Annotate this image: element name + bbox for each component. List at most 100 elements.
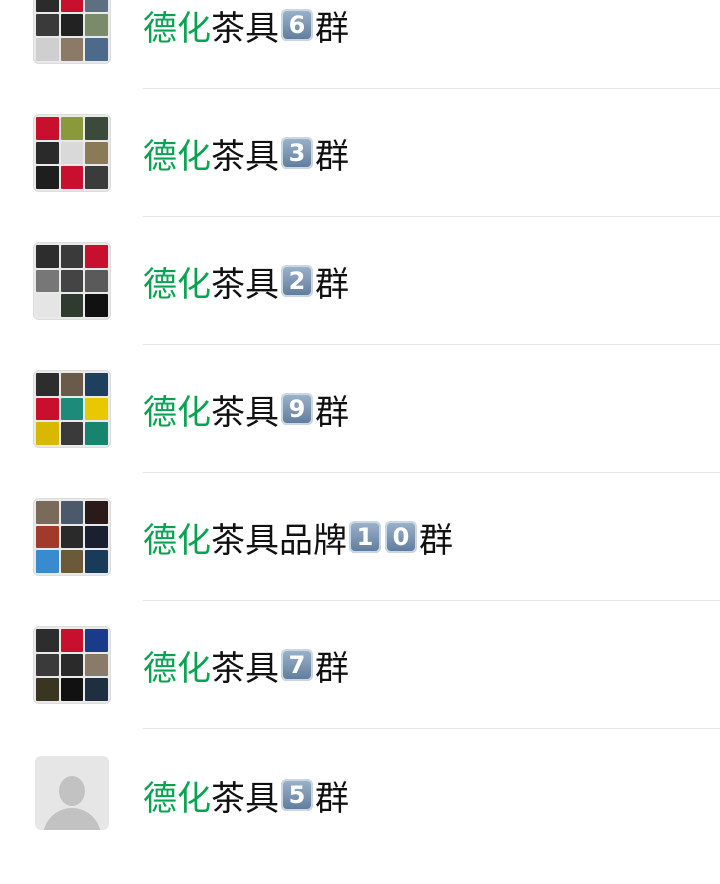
avatar-tile xyxy=(60,501,84,524)
chat-row[interactable]: 德化 茶具品牌 1 0 群 xyxy=(0,498,720,626)
avatar-tile xyxy=(36,501,59,524)
avatar-tile xyxy=(36,678,59,701)
avatar-tile xyxy=(85,678,108,701)
avatar-tile xyxy=(60,269,84,293)
chat-name: 德化 茶具 5 群 xyxy=(143,756,349,834)
chat-name-highlight: 德化 xyxy=(143,392,211,433)
keycap-number-badge: 7 xyxy=(281,649,313,681)
avatar-tile xyxy=(85,245,108,268)
avatar-head-shape xyxy=(59,776,85,806)
chat-row[interactable]: 德化 茶具 3 群 xyxy=(0,114,720,242)
chat-name-highlight: 德化 xyxy=(143,648,211,689)
avatar-tile xyxy=(60,141,84,165)
chat-name-suffix: 群 xyxy=(315,392,349,433)
avatar-tile xyxy=(60,422,84,445)
avatar-tile xyxy=(36,373,59,396)
avatar-tile xyxy=(36,166,59,189)
avatar-tile xyxy=(36,653,59,677)
avatar-tile xyxy=(60,38,84,61)
chat-name-highlight: 德化 xyxy=(143,8,211,49)
chat-row[interactable]: 德化 茶具 5 群 xyxy=(0,756,720,884)
avatar-body-shape xyxy=(43,808,101,830)
chat-row[interactable]: 德化 茶具 2 群 xyxy=(0,242,720,370)
row-divider xyxy=(143,88,720,89)
avatar-tile xyxy=(85,397,108,421)
avatar-tile xyxy=(60,294,84,317)
avatar-tile xyxy=(85,0,108,12)
chat-name-highlight: 德化 xyxy=(143,136,211,177)
avatar-tile xyxy=(85,166,108,189)
avatar-tile xyxy=(36,13,59,37)
avatar-tile xyxy=(85,38,108,61)
avatar-tile xyxy=(60,373,84,396)
group-avatar xyxy=(33,242,111,320)
avatar-tile xyxy=(60,678,84,701)
avatar-tile xyxy=(36,550,59,573)
avatar-tile xyxy=(36,141,59,165)
avatar-tile xyxy=(60,0,84,12)
chat-name-suffix: 群 xyxy=(315,136,349,177)
avatar-tile xyxy=(36,269,59,293)
avatar-tile xyxy=(60,629,84,652)
chat-name-suffix: 群 xyxy=(315,778,349,819)
avatar-tile xyxy=(60,166,84,189)
avatar-tile xyxy=(36,397,59,421)
avatar-tile xyxy=(85,141,108,165)
avatar-tile xyxy=(85,422,108,445)
chat-name-highlight: 德化 xyxy=(143,520,211,561)
chat-name-suffix: 群 xyxy=(315,648,349,689)
avatar-tile xyxy=(85,550,108,573)
avatar-tile xyxy=(36,294,59,317)
chat-name: 德化 茶具 9 群 xyxy=(143,370,349,448)
keycap-number-badge: 2 xyxy=(281,265,313,297)
chat-list: 德化 茶具 6 群 德化 茶具 3 群 德化 茶具 2 群 德化 茶具 9 群 德化 茶具品牌 1 0 群 xyxy=(0,0,720,830)
chat-name-text: 茶具 xyxy=(211,8,279,49)
chat-name: 德化 茶具 7 群 xyxy=(143,626,349,704)
group-avatar xyxy=(33,0,111,64)
avatar-tile xyxy=(85,525,108,549)
row-divider xyxy=(143,344,720,345)
row-divider xyxy=(143,472,720,473)
chat-name: 德化 茶具 3 群 xyxy=(143,114,349,192)
avatar-tile xyxy=(36,38,59,61)
keycap-number-badge: 0 xyxy=(385,521,417,553)
avatar-tile xyxy=(36,117,59,140)
avatar-tile xyxy=(60,653,84,677)
chat-name: 德化 茶具品牌 1 0 群 xyxy=(143,498,453,576)
avatar-tile xyxy=(85,269,108,293)
chat-name-text: 茶具品牌 xyxy=(211,520,347,561)
group-avatar xyxy=(33,626,111,704)
avatar-tile xyxy=(85,501,108,524)
avatar-tile xyxy=(85,13,108,37)
keycap-number-badge: 5 xyxy=(281,779,313,811)
avatar-tile xyxy=(85,294,108,317)
avatar-tile xyxy=(36,525,59,549)
avatar-tile xyxy=(36,629,59,652)
group-avatar xyxy=(33,114,111,192)
chat-name-text: 茶具 xyxy=(211,778,279,819)
row-divider xyxy=(143,600,720,601)
avatar-tile xyxy=(60,525,84,549)
keycap-number-badge: 9 xyxy=(281,393,313,425)
keycap-number-badge: 1 xyxy=(349,521,381,553)
row-divider xyxy=(143,728,720,729)
avatar-tile xyxy=(85,373,108,396)
group-avatar xyxy=(33,370,111,448)
chat-name-highlight: 德化 xyxy=(143,778,211,819)
chat-name-suffix: 群 xyxy=(315,264,349,305)
keycap-number-badge: 6 xyxy=(281,9,313,41)
avatar-tile xyxy=(85,117,108,140)
chat-name-text: 茶具 xyxy=(211,136,279,177)
avatar-tile xyxy=(60,397,84,421)
row-divider xyxy=(143,216,720,217)
avatar-tile xyxy=(60,245,84,268)
avatar-tile xyxy=(36,245,59,268)
avatar-tile xyxy=(85,653,108,677)
default-avatar-icon xyxy=(35,756,109,830)
avatar-tile xyxy=(36,0,59,12)
avatar-tile xyxy=(85,629,108,652)
chat-row[interactable]: 德化 茶具 9 群 xyxy=(0,370,720,498)
avatar-tile xyxy=(60,13,84,37)
chat-row[interactable]: 德化 茶具 7 群 xyxy=(0,626,720,754)
chat-row[interactable]: 德化 茶具 6 群 xyxy=(0,0,720,114)
